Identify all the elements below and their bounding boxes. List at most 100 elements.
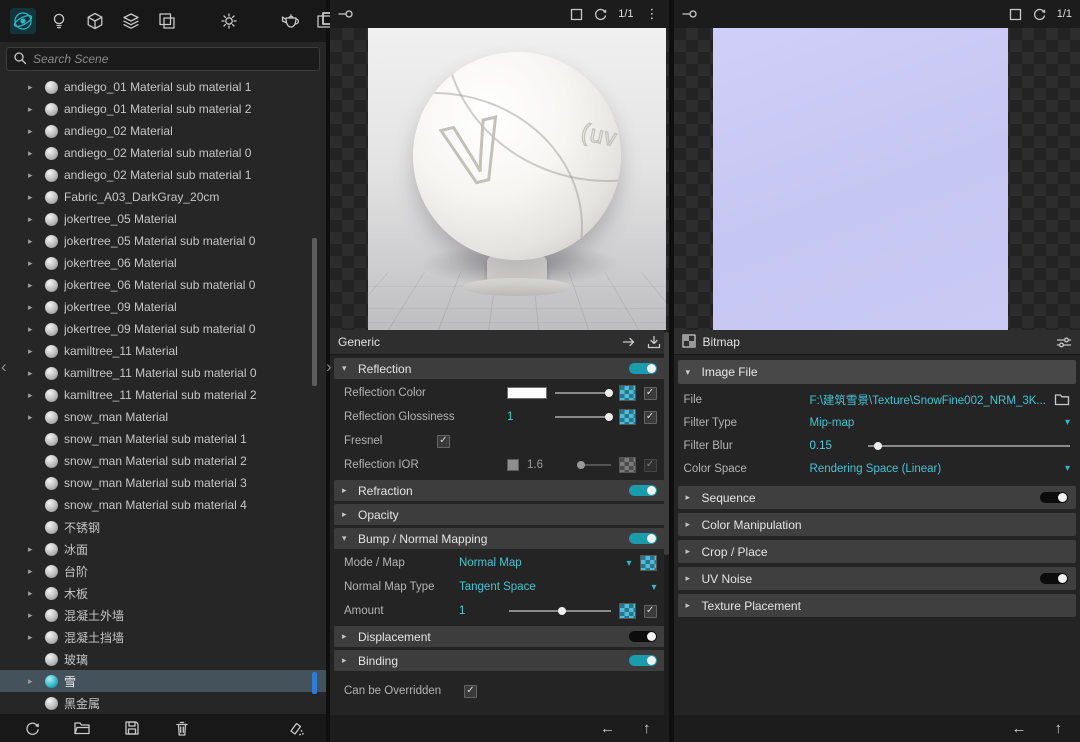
reflection-glossiness-texture-slot[interactable] xyxy=(619,409,636,425)
list-item[interactable]: ▸jokertree_05 Material sub material 0 xyxy=(0,230,326,252)
collapse-panel-right-icon[interactable]: › xyxy=(326,358,332,375)
mode-map-dropdown[interactable]: Normal Map ▾ xyxy=(459,557,632,569)
section-texture-placement[interactable]: ▸ Texture Placement xyxy=(678,594,1076,617)
list-item[interactable]: 黑金属 xyxy=(0,692,326,714)
search-bar[interactable] xyxy=(6,47,320,71)
section-displacement[interactable]: ▸ Displacement xyxy=(334,626,665,647)
geometry-icon[interactable] xyxy=(82,8,108,34)
expand-arrow-icon[interactable]: ▸ xyxy=(28,127,39,136)
list-item[interactable]: ▸kamiltree_11 Material sub material 0 xyxy=(0,362,326,384)
history-icon[interactable] xyxy=(593,7,608,22)
file-path-value[interactable]: F:\建筑雪景\Texture\SnowFine002_NRM_3K... xyxy=(810,392,1046,408)
bump-texture-slot[interactable] xyxy=(640,555,657,571)
save-icon[interactable] xyxy=(122,718,142,738)
reflection-color-texture-slot[interactable] xyxy=(619,385,636,401)
texture-preview[interactable] xyxy=(674,28,1080,330)
expand-arrow-icon[interactable]: ▸ xyxy=(28,149,39,158)
color-space-dropdown[interactable]: Rendering Space (Linear) ▾ xyxy=(810,463,1070,475)
bump-toggle[interactable] xyxy=(629,533,657,544)
list-item[interactable]: ▸kamiltree_11 Material xyxy=(0,340,326,362)
reflection-ior-texture-slot[interactable] xyxy=(619,457,636,473)
section-opacity[interactable]: ▸ Opacity xyxy=(334,504,665,525)
section-image-file[interactable]: ▾ Image File xyxy=(678,360,1076,384)
reflection-color-swatch[interactable] xyxy=(507,387,547,399)
more-menu-icon[interactable]: ⋮ xyxy=(644,6,661,22)
list-item[interactable]: ▸andiego_02 Material sub material 0 xyxy=(0,142,326,164)
amount-texture-slot[interactable] xyxy=(619,603,636,619)
expand-arrow-icon[interactable]: ▸ xyxy=(28,259,39,268)
history-icon[interactable] xyxy=(1032,7,1047,22)
list-item[interactable]: snow_man Material sub material 4 xyxy=(0,494,326,516)
expand-arrow-icon[interactable]: ▸ xyxy=(28,589,39,598)
search-input[interactable] xyxy=(33,52,313,66)
reflection-toggle[interactable] xyxy=(629,363,657,374)
list-item[interactable]: ▸andiego_02 Material xyxy=(0,120,326,142)
expand-arrow-icon[interactable]: ▸ xyxy=(28,347,39,356)
expand-arrow-icon[interactable]: ▸ xyxy=(28,325,39,334)
param-value[interactable]: 1 xyxy=(507,411,547,423)
collapse-panel-left-icon[interactable]: ‹ xyxy=(1,358,7,375)
material-preview[interactable]: V (uv xyxy=(330,28,669,330)
list-item[interactable]: ▸jokertree_09 Material xyxy=(0,296,326,318)
section-reflection[interactable]: ▾ Reflection xyxy=(334,358,665,379)
list-item[interactable]: snow_man Material sub material 2 xyxy=(0,450,326,472)
open-folder-icon[interactable] xyxy=(72,718,92,738)
normal-map-type-dropdown[interactable]: Tangent Space ▾ xyxy=(459,581,657,593)
reflection-glossiness-checkbox[interactable]: ✓ xyxy=(644,411,657,424)
list-item[interactable]: ▸kamiltree_11 Material sub material 2 xyxy=(0,384,326,406)
delete-icon[interactable] xyxy=(172,718,192,738)
save-material-icon[interactable] xyxy=(647,335,661,349)
can-be-overridden-checkbox[interactable]: ✓ xyxy=(464,685,477,698)
reflection-ior-slider[interactable] xyxy=(577,458,611,472)
section-color-manipulation[interactable]: ▸ Color Manipulation xyxy=(678,513,1076,536)
up-arrow-icon[interactable]: ↑ xyxy=(643,721,651,736)
expand-arrow-icon[interactable]: ▸ xyxy=(28,567,39,576)
param-value[interactable]: 0.15 xyxy=(810,440,860,452)
list-item[interactable]: ▸木板 xyxy=(0,582,326,604)
sequence-toggle[interactable] xyxy=(1040,492,1068,503)
section-uv-noise[interactable]: ▸ UV Noise xyxy=(678,567,1076,590)
expand-arrow-icon[interactable]: ▸ xyxy=(28,413,39,422)
refresh-icon[interactable] xyxy=(22,718,42,738)
expand-arrow-icon[interactable]: ▸ xyxy=(28,237,39,246)
fresnel-checkbox[interactable]: ✓ xyxy=(437,435,450,448)
reflection-glossiness-slider[interactable] xyxy=(555,410,611,424)
params-scrollbar[interactable] xyxy=(664,330,669,715)
back-arrow-icon[interactable]: ← xyxy=(600,721,615,736)
expand-arrow-icon[interactable]: ▸ xyxy=(28,215,39,224)
filter-blur-slider[interactable] xyxy=(868,439,1070,453)
list-item[interactable]: ▸andiego_01 Material sub material 2 xyxy=(0,98,326,120)
panel-icon[interactable] xyxy=(1009,8,1022,21)
textures-icon[interactable] xyxy=(154,8,180,34)
list-item[interactable]: ▸混凝土外墙 xyxy=(0,604,326,626)
purge-icon[interactable] xyxy=(286,718,306,738)
expand-arrow-icon[interactable]: ▸ xyxy=(28,369,39,378)
list-item[interactable]: snow_man Material sub material 3 xyxy=(0,472,326,494)
expand-arrow-icon[interactable]: ▸ xyxy=(28,83,39,92)
up-arrow-icon[interactable]: ↑ xyxy=(1055,721,1063,736)
list-item[interactable]: snow_man Material sub material 1 xyxy=(0,428,326,450)
expand-arrow-icon[interactable]: ▸ xyxy=(28,633,39,642)
reflection-color-checkbox[interactable]: ✓ xyxy=(644,387,657,400)
amount-slider[interactable] xyxy=(509,604,611,618)
section-binding[interactable]: ▸ Binding xyxy=(334,650,665,671)
panel-icon[interactable] xyxy=(570,8,583,21)
expand-arrow-icon[interactable]: ▸ xyxy=(28,281,39,290)
list-item[interactable]: ▸冰面 xyxy=(0,538,326,560)
list-item[interactable]: ▸jokertree_09 Material sub material 0 xyxy=(0,318,326,340)
list-item[interactable]: ▸jokertree_06 Material sub material 0 xyxy=(0,274,326,296)
settings-gear-icon[interactable] xyxy=(216,8,242,34)
scrollbar-thumb[interactable] xyxy=(312,238,317,386)
list-item[interactable]: ▸andiego_01 Material sub material 1 xyxy=(0,76,326,98)
list-item[interactable]: ▸snow_man Material xyxy=(0,406,326,428)
binding-toggle[interactable] xyxy=(629,655,657,666)
section-crop-place[interactable]: ▸ Crop / Place xyxy=(678,540,1076,563)
section-refraction[interactable]: ▸ Refraction xyxy=(334,480,665,501)
expand-arrow-icon[interactable]: ▸ xyxy=(28,171,39,180)
filter-type-dropdown[interactable]: Mip-map ▾ xyxy=(810,417,1070,429)
param-value[interactable]: 1.6 xyxy=(527,459,569,471)
list-item[interactable]: 不锈钢 xyxy=(0,516,326,538)
expand-arrow-icon[interactable]: ▸ xyxy=(28,193,39,202)
refraction-toggle[interactable] xyxy=(629,485,657,496)
list-item[interactable]: ▸andiego_02 Material sub material 1 xyxy=(0,164,326,186)
